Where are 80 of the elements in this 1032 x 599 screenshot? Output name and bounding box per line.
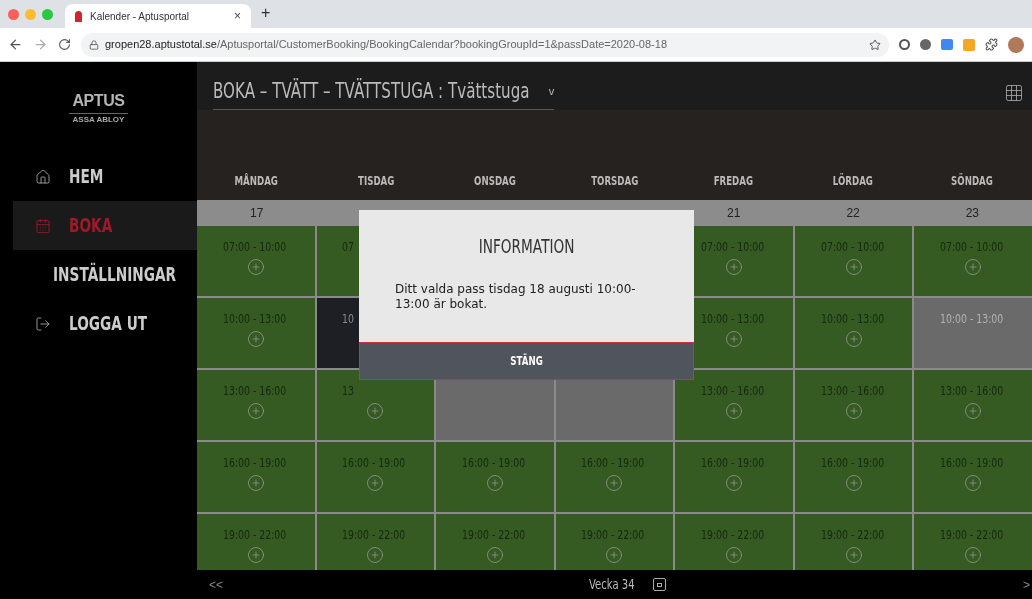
add-icon[interactable] [725,546,744,564]
star-icon[interactable] [869,38,881,51]
forward-icon[interactable] [33,37,48,52]
add-icon[interactable] [964,546,983,564]
time-slot[interactable]: 10:00 - 13:00 [914,298,1032,368]
add-icon[interactable] [964,402,983,420]
add-icon[interactable] [725,474,744,492]
add-icon[interactable] [246,474,265,492]
time-label: 10 [342,310,355,328]
add-icon[interactable] [725,258,744,276]
sidebar-item[interactable]: BOKA [13,201,197,250]
add-icon[interactable] [366,402,385,420]
add-icon[interactable] [246,258,265,276]
date-label: 17 [249,205,264,222]
sidebar-label: HEM [69,164,104,190]
tab-title: Kalender - Aptusportal [90,9,190,24]
date-label: 21 [727,205,741,222]
sidebar-label: LOGGA UT [69,311,148,337]
logo-text: APTUS [72,90,125,111]
time-label: 10:00 - 13:00 [940,310,1004,328]
calendar-grid-icon[interactable] [1004,83,1024,103]
tab-close-button[interactable]: × [234,7,241,25]
add-icon[interactable] [605,474,624,492]
logo-subtitle: ASSA ABLOY [68,112,129,126]
add-icon[interactable] [725,402,744,420]
add-icon[interactable] [844,546,863,564]
add-icon[interactable] [246,402,265,420]
page-title: BOKA – TVÄTT – TVÄTTSTUGA : Tvättstuga [213,77,530,105]
sidebar-item[interactable]: HEM [13,152,197,201]
week-label: Vecka 34 [588,575,635,594]
sidebar-label: INSTÄLLNINGAR [53,261,177,288]
back-icon[interactable] [8,37,23,52]
add-icon[interactable] [964,258,983,276]
puzzle-icon[interactable] [985,38,998,51]
address-bar[interactable]: gropen28.aptustotal.se/Aptusportal/CustomerBooking/BookingCalendar?bookingGroupId=1&passDate=2020-08-18 [81,32,889,57]
add-icon[interactable] [366,474,385,492]
avatar-icon[interactable] [1008,36,1024,53]
sidebar-item[interactable]: INSTÄLLNINGAR [13,250,197,299]
extension-icon[interactable] [899,39,910,50]
pin-icon [75,10,82,22]
extension-icon[interactable] [920,39,931,50]
calendar-icon [35,217,51,234]
browser-tab[interactable]: Kalender - Aptusportal × [65,4,251,28]
add-icon[interactable] [844,402,863,420]
add-icon[interactable] [725,330,744,348]
dialog-message: Ditt valda pass tisdag 18 augusti 10:00-13:00 är bokat. [394,281,637,313]
add-icon[interactable] [485,546,504,564]
weekday-label: MÅNDAG [234,172,279,190]
weekday-label: ONSDAG [474,173,517,190]
add-icon[interactable] [605,546,624,564]
dialog-title: INFORMATION [478,233,575,259]
calendar-icon[interactable] [653,578,667,591]
add-icon[interactable] [964,474,983,492]
url-text: gropen28.aptustotal.se/Aptusportal/CustomerBooking/BookingCalendar?bookingGroupId=1&passDate=2020-08-18 [105,37,668,53]
previous-week-button[interactable]: << [209,575,223,594]
weekday-label: FREDAG [714,173,754,190]
weekday-label: TORSDAG [590,173,638,190]
sidebar-label: BOKA [69,213,113,239]
weekday-label: SÖNDAG [951,172,994,190]
close-button[interactable]: STÄNG [359,342,694,380]
add-icon[interactable] [246,330,265,348]
weekday-label: LÖRDAG [833,172,874,190]
logout-icon [35,315,51,332]
caret-icon: v [548,83,555,100]
booking-object-dropdown[interactable]: BOKA – TVÄTT – TVÄTTSTUGA : Tvättstuga v [213,75,555,111]
sidebar-item[interactable]: LOGGA UT [13,299,197,348]
add-icon[interactable] [844,330,863,348]
date-label: 22 [846,205,860,222]
reload-icon[interactable] [58,38,71,51]
add-icon[interactable] [485,474,504,492]
add-icon[interactable] [246,546,265,564]
add-icon[interactable] [366,546,385,564]
next-week-button[interactable]: > [1023,575,1030,594]
date-label: 23 [965,205,979,222]
weekday-label: TISDAG [357,173,395,190]
add-icon[interactable] [844,258,863,276]
add-icon[interactable] [844,474,863,492]
new-tab-button[interactable]: + [261,1,271,25]
home-icon [35,168,51,185]
lock-icon [89,39,99,50]
